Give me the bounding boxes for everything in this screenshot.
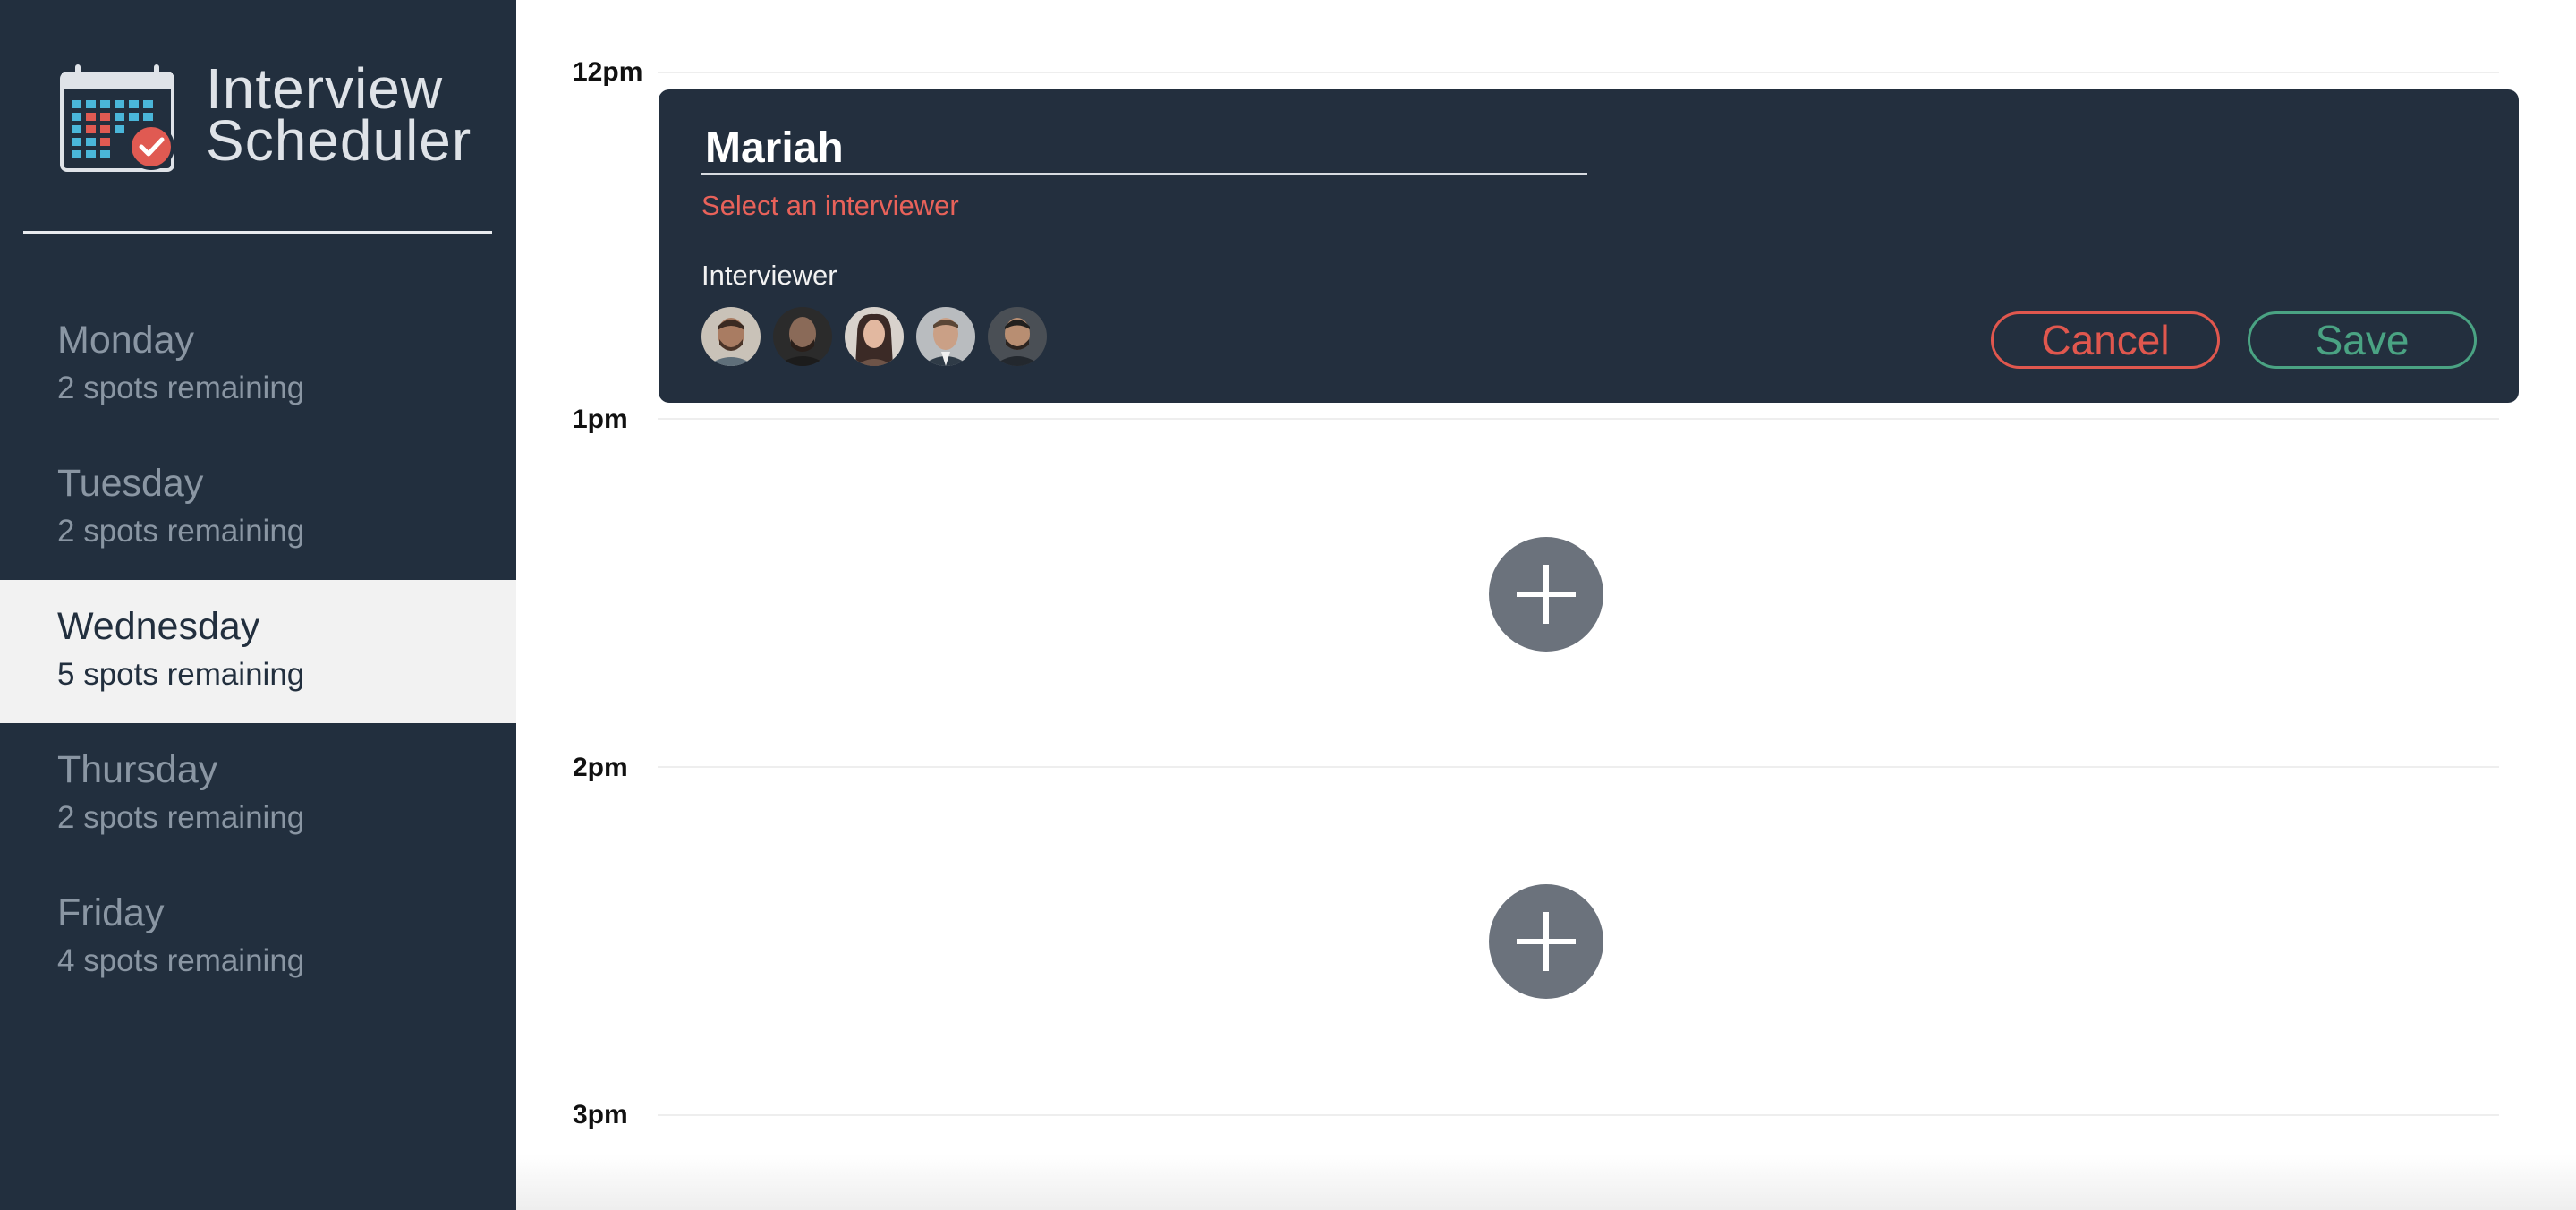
- avatar-icon: [845, 307, 904, 366]
- interviewer-label: Interviewer: [701, 260, 837, 291]
- scroll-fade: [516, 1155, 2576, 1210]
- calendar-check-icon: [60, 64, 174, 172]
- day-item-tuesday[interactable]: Tuesday 2 spots remaining: [0, 437, 516, 580]
- day-name: Wednesday: [57, 605, 260, 648]
- day-spots: 2 spots remaining: [57, 371, 305, 405]
- day-spots: 2 spots remaining: [57, 514, 305, 549]
- day-spots: 5 spots remaining: [57, 657, 305, 692]
- day-list: Monday 2 spots remaining Tuesday 2 spots…: [0, 294, 516, 1010]
- time-label-2pm: 2pm: [573, 753, 628, 782]
- avatar-icon: [701, 307, 761, 366]
- hour-divider: [658, 1114, 2499, 1116]
- avatar-icon: [773, 307, 832, 366]
- sidebar-divider: [23, 231, 492, 234]
- cancel-button[interactable]: Cancel: [1991, 311, 2220, 369]
- day-item-friday[interactable]: Friday 4 spots remaining: [0, 866, 516, 1010]
- interviewer-avatar-5[interactable]: [988, 307, 1047, 366]
- avatar-icon: [988, 307, 1047, 366]
- plus-icon: [1517, 912, 1576, 971]
- add-appointment-button-2pm[interactable]: [1489, 884, 1603, 999]
- app-title: Interview Scheduler: [206, 56, 472, 173]
- time-label-3pm: 3pm: [573, 1100, 628, 1129]
- plus-icon: [1517, 565, 1576, 624]
- interviewer-avatar-4[interactable]: [916, 307, 975, 366]
- day-item-wednesday[interactable]: Wednesday 5 spots remaining: [0, 580, 516, 723]
- day-name: Thursday: [57, 748, 218, 791]
- sidebar: Interview Scheduler Monday 2 spots remai…: [0, 0, 516, 1210]
- student-name-input[interactable]: [701, 124, 1587, 175]
- interviewer-avatar-1[interactable]: [701, 307, 761, 366]
- day-spots: 2 spots remaining: [57, 800, 305, 835]
- hour-divider: [658, 766, 2499, 768]
- day-item-monday[interactable]: Monday 2 spots remaining: [0, 294, 516, 437]
- validation-error: Select an interviewer: [701, 190, 959, 221]
- schedule: 12pm 1pm 2pm 3pm Select an interviewer I…: [516, 0, 2576, 1210]
- day-name: Tuesday: [57, 462, 204, 505]
- save-button[interactable]: Save: [2248, 311, 2477, 369]
- time-label-1pm: 1pm: [573, 405, 628, 434]
- interviewer-avatar-3[interactable]: [845, 307, 904, 366]
- app-root: Interview Scheduler Monday 2 spots remai…: [0, 0, 2576, 1210]
- day-spots: 4 spots remaining: [57, 943, 305, 978]
- app-title-line-2: Scheduler: [206, 108, 472, 173]
- brand: Interview Scheduler: [59, 56, 497, 179]
- avatar-icon: [916, 307, 975, 366]
- day-name: Friday: [57, 891, 165, 934]
- interviewer-avatar-2[interactable]: [773, 307, 832, 366]
- day-name: Monday: [57, 319, 194, 362]
- add-appointment-button-1pm[interactable]: [1489, 537, 1603, 652]
- appointment-form: Select an interviewer Interviewer: [659, 89, 2519, 403]
- app-title-line-1: Interview: [206, 56, 444, 121]
- day-item-thursday[interactable]: Thursday 2 spots remaining: [0, 723, 516, 866]
- time-label-12pm: 12pm: [573, 57, 643, 87]
- hour-divider: [658, 72, 2499, 73]
- hour-divider: [658, 418, 2499, 420]
